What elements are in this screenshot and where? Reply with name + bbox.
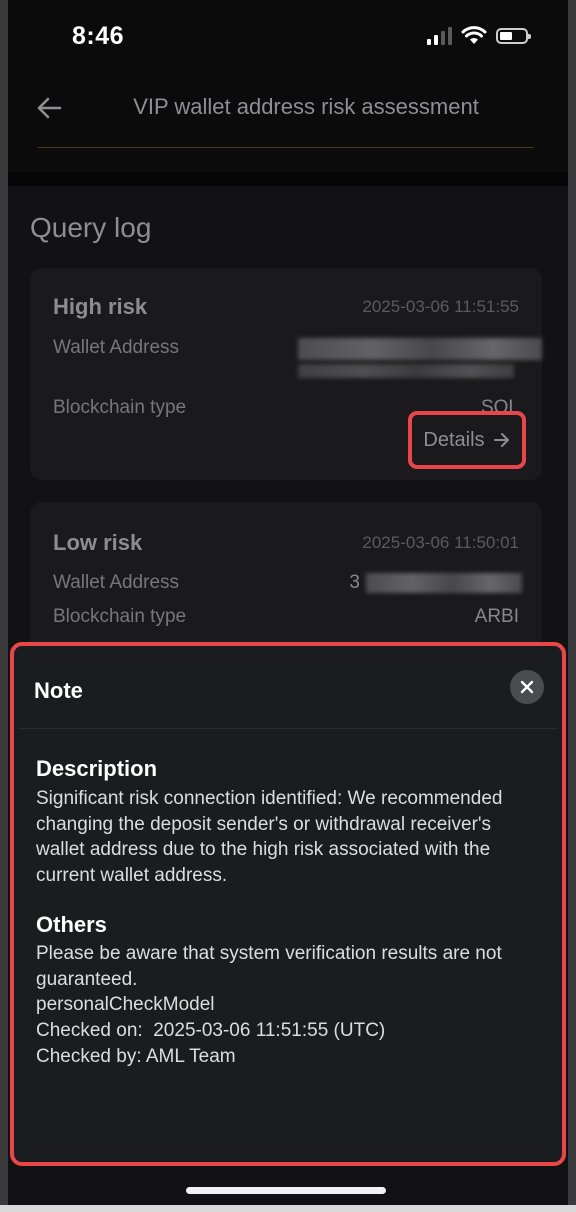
modal-divider: [18, 728, 558, 729]
note-modal: Note Description Significant risk connec…: [10, 642, 566, 1166]
section-title: Query log: [30, 212, 152, 243]
details-label: Details: [423, 428, 485, 451]
battery-icon: [496, 28, 531, 44]
blockchain-type-label: Blockchain type: [53, 606, 187, 627]
query-timestamp: 2025-03-06 11:50:01: [362, 533, 519, 552]
wallet-address-redacted: [298, 338, 542, 360]
arrow-right-icon: [493, 433, 509, 447]
wifi-icon: [461, 26, 487, 44]
page-title: VIP wallet address risk assessment: [133, 94, 479, 119]
query-timestamp: 2025-03-06 11:51:55: [362, 297, 519, 316]
modal-title: Note: [34, 678, 83, 703]
wallet-address-label: Wallet Address: [53, 572, 180, 593]
wallet-address-label: Wallet Address: [53, 337, 180, 358]
signal-icon: [427, 27, 452, 45]
blockchain-type-label: Blockchain type: [53, 397, 187, 418]
home-indicator[interactable]: [186, 1187, 386, 1194]
wallet-address-prefix: 3: [349, 572, 360, 593]
checked-by: Checked by: AML Team: [36, 1046, 236, 1067]
others-heading: Others: [36, 912, 107, 937]
app-header: VIP wallet address risk assessment: [8, 75, 568, 145]
header-divider: [38, 147, 534, 148]
query-log-card-low[interactable]: Low risk 2025-03-06 11:50:01 Wallet Addr…: [30, 502, 542, 662]
blockchain-type-value: ARBI: [474, 606, 519, 627]
others-text: Please be aware that system verification…: [36, 943, 502, 990]
risk-level: High risk: [53, 294, 148, 319]
wallet-address-redacted: [366, 573, 522, 593]
description-text: Significant risk connection identified: …: [36, 788, 503, 887]
description-heading: Description: [36, 756, 158, 781]
risk-level: Low risk: [53, 530, 143, 555]
close-button[interactable]: [510, 670, 544, 704]
checked-on: Checked on: 2025-03-06 11:51:55 (UTC): [36, 1020, 386, 1041]
close-icon: [520, 680, 534, 694]
check-model: personalCheckModel: [36, 994, 215, 1015]
details-button[interactable]: Details: [408, 411, 526, 469]
status-icons: [427, 26, 531, 46]
query-log-card-high[interactable]: High risk 2025-03-06 11:51:55 Wallet Add…: [30, 268, 542, 480]
status-time: 8:46: [72, 22, 125, 50]
